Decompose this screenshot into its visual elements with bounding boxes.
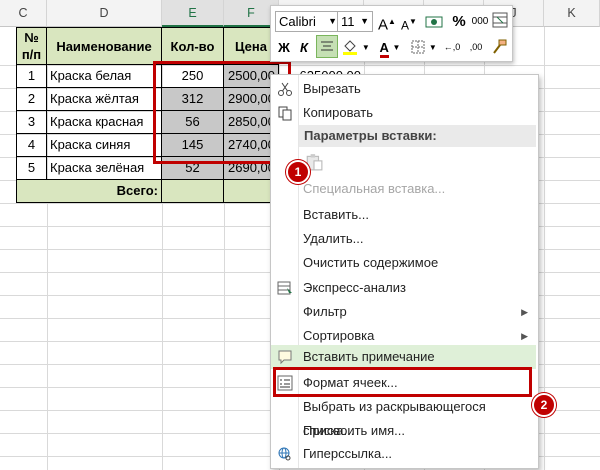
table-cell-name[interactable]: Краска красная (47, 111, 162, 134)
hyperlink-icon (278, 447, 291, 461)
quick-analysis-icon (277, 281, 292, 295)
borders-icon (411, 40, 425, 54)
header-num[interactable]: № п/п (16, 27, 47, 65)
menu-item-label: Сортировка (303, 328, 375, 343)
table-cell-num[interactable]: 1 (16, 65, 47, 88)
column-header-c[interactable]: C (0, 0, 47, 27)
borders-button[interactable]: ▼ (409, 37, 439, 58)
merge-cells-button[interactable] (491, 10, 509, 31)
table-cell-num[interactable]: 5 (16, 157, 47, 180)
decrease-font-button[interactable]: A▼ (399, 11, 419, 32)
menu-item-label: Вырезать (303, 81, 361, 96)
format-painter-icon (493, 39, 507, 54)
menu-item-label: Вставить примечание (303, 349, 435, 364)
column-header-k[interactable]: K (544, 0, 600, 27)
menu-item-paste-special[interactable]: Специальная вставка... (271, 177, 536, 201)
chevron-down-icon: ▼ (428, 43, 437, 52)
align-center-icon (321, 41, 333, 51)
italic-button[interactable]: К (295, 37, 313, 58)
comment-icon (278, 350, 292, 365)
paint-bucket-icon (343, 40, 358, 55)
increase-font-button[interactable]: A▲ (377, 11, 397, 33)
currency-icon (425, 16, 443, 28)
table-cell-name[interactable]: Краска синяя (47, 134, 162, 157)
chevron-down-icon: ▼ (392, 43, 401, 52)
menu-item-define-name[interactable]: Присвоить имя... (271, 419, 536, 443)
table-cell-name[interactable]: Краска белая (47, 65, 162, 88)
font-name-box[interactable]: Calibri ▼ (275, 11, 341, 32)
thousands-separator-button[interactable]: 000 (470, 11, 490, 32)
mini-toolbar: Calibri ▼ 11 ▼ A▲ A▼ % 000 Ж К ▼ A ▼ ▼ ←… (270, 5, 513, 62)
menu-item-filter[interactable]: Фильтр ▶ (271, 300, 536, 324)
percent-format-button[interactable]: % (451, 11, 467, 32)
increase-decimal-button[interactable]: ←,0 (441, 37, 463, 58)
chevron-down-icon: ▼ (360, 16, 369, 26)
header-qty[interactable]: Кол-во (162, 27, 224, 65)
menu-item-label: Вставить... (303, 207, 369, 222)
menu-item-label: Фильтр (303, 304, 347, 319)
chevron-right-icon: ▶ (521, 307, 528, 317)
table-cell-num[interactable]: 2 (16, 88, 47, 111)
menu-item-label: Гиперссылка... (303, 446, 393, 461)
menu-item-label: Экспресс-анализ (303, 280, 406, 295)
context-menu: Вырезать Копировать Параметры вставки: С… (270, 74, 539, 469)
total-qty-cell[interactable] (162, 180, 224, 203)
scissors-icon (278, 82, 292, 96)
header-name[interactable]: Наименование (47, 27, 162, 65)
menu-item-label: Специальная вставка... (303, 181, 446, 196)
step-badge-1: 1 (286, 160, 310, 184)
menu-item-cut[interactable]: Вырезать (271, 77, 536, 101)
chevron-down-icon: ▼ (361, 43, 370, 52)
menu-item-label: Присвоить имя... (303, 423, 406, 438)
font-color-button[interactable]: A ▼ (375, 37, 405, 58)
table-cell-num[interactable]: 3 (16, 111, 47, 134)
paste-options-header: Параметры вставки: (299, 125, 536, 147)
column-header-e[interactable]: E (162, 0, 224, 27)
menu-item-clear-contents[interactable]: Очистить содержимое (271, 251, 536, 275)
menu-item-label: Удалить... (303, 231, 364, 246)
decrease-decimal-button[interactable]: ,00 (465, 37, 487, 58)
font-size-box[interactable]: 11 ▼ (337, 11, 373, 32)
font-size-value: 11 (341, 14, 355, 29)
copy-icon (278, 106, 292, 121)
menu-item-pick-from-list[interactable]: Выбрать из раскрывающегося списка... (271, 395, 536, 438)
align-center-button[interactable] (316, 35, 338, 58)
menu-item-quick-analysis[interactable]: Экспресс-анализ (271, 276, 536, 300)
table-cell-num[interactable]: 4 (16, 134, 47, 157)
merge-cells-icon (492, 12, 508, 28)
format-painter-button[interactable] (489, 37, 509, 58)
menu-item-label: Копировать (303, 105, 373, 120)
chevron-down-icon: ▼ (328, 16, 337, 26)
paste-option-button[interactable] (271, 147, 536, 179)
total-label[interactable]: Всего: (16, 180, 162, 203)
menu-item-insert[interactable]: Вставить... (271, 203, 536, 227)
format-cells-highlight (273, 367, 532, 397)
step-badge-2: 2 (532, 393, 556, 417)
table-cell-name[interactable]: Краска жёлтая (47, 88, 162, 111)
menu-item-copy[interactable]: Копировать (271, 101, 536, 125)
bold-button[interactable]: Ж (275, 37, 293, 58)
fill-color-button[interactable]: ▼ (341, 37, 371, 58)
menu-item-hyperlink[interactable]: Гиперссылка... (271, 442, 536, 466)
font-name-value: Calibri (279, 14, 316, 29)
currency-format-button[interactable] (422, 11, 448, 32)
table-cell-name[interactable]: Краска зелёная (47, 157, 162, 180)
menu-item-label: Очистить содержимое (303, 255, 439, 270)
menu-item-insert-comment[interactable]: Вставить примечание (271, 345, 536, 369)
menu-item-delete[interactable]: Удалить... (271, 227, 536, 251)
column-header-d[interactable]: D (47, 0, 162, 27)
